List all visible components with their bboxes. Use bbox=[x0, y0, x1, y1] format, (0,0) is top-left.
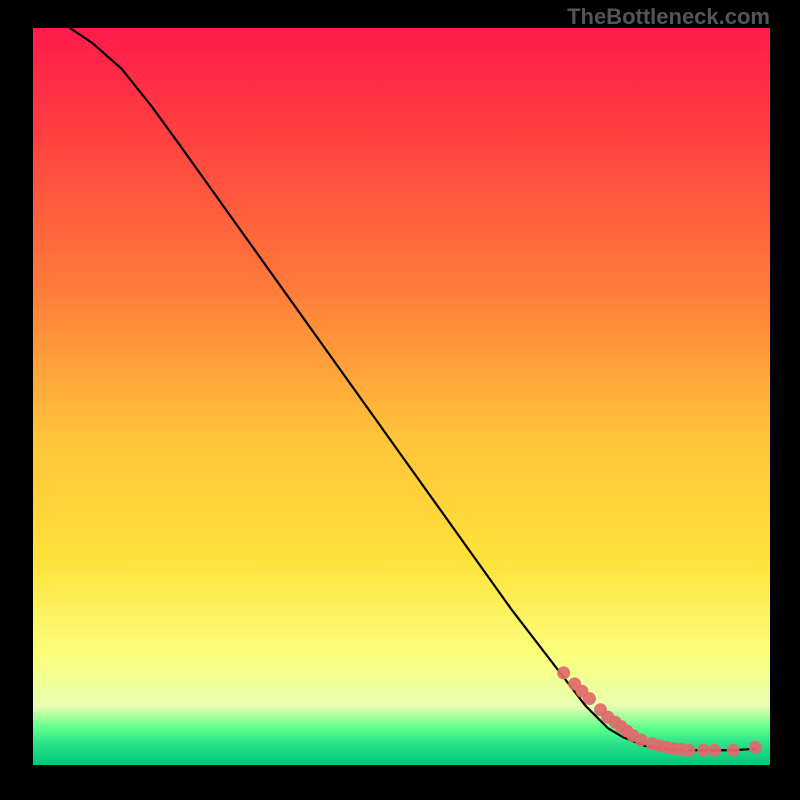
data-marker bbox=[583, 692, 596, 705]
chart-svg bbox=[33, 28, 770, 765]
data-marker bbox=[708, 744, 721, 757]
data-marker bbox=[727, 744, 740, 757]
data-marker bbox=[682, 744, 695, 757]
gradient-background bbox=[33, 28, 770, 765]
chart-container: TheBottleneck.com bbox=[0, 0, 800, 800]
data-marker bbox=[557, 666, 570, 679]
data-marker bbox=[697, 744, 710, 757]
data-marker bbox=[749, 741, 762, 754]
watermark-text: TheBottleneck.com bbox=[567, 4, 770, 30]
plot-area bbox=[33, 28, 770, 765]
data-marker bbox=[635, 733, 648, 746]
